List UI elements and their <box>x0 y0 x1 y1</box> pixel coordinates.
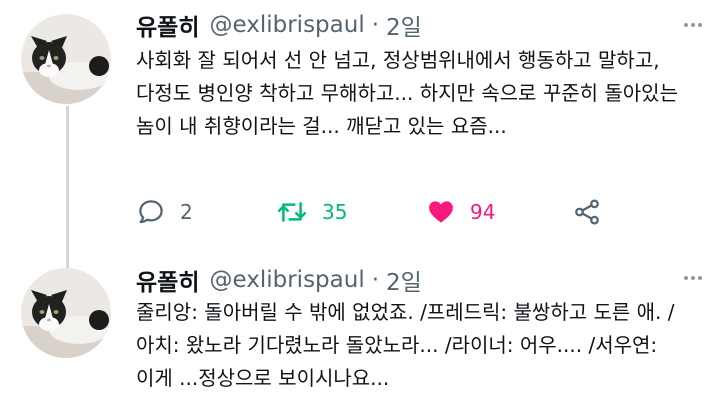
tweet-text: 사회화 잘 되어서 선 안 넘고, 정상범위내에서 행동하고 말하고, 다정도 … <box>136 48 678 138</box>
separator-dot: · <box>371 12 380 38</box>
share-button[interactable] <box>572 193 602 231</box>
author-handle[interactable]: @exlibrispaul <box>209 12 364 38</box>
like-button[interactable]: 94 <box>426 193 495 231</box>
more-icon[interactable] <box>680 267 706 289</box>
retweet-icon <box>277 202 307 222</box>
reply-count: 2 <box>180 200 193 224</box>
tweet-time[interactable]: 2일 <box>386 263 422 297</box>
cat-avatar-image <box>21 268 111 358</box>
cat-avatar-image <box>21 14 111 104</box>
reply-icon <box>139 200 163 224</box>
share-icon <box>575 199 599 225</box>
retweet-count: 35 <box>322 200 348 224</box>
separator-dot: · <box>371 267 380 293</box>
more-icon[interactable] <box>680 14 706 36</box>
author-name[interactable]: 유폴히 <box>136 263 199 297</box>
reply-button[interactable]: 2 <box>136 193 193 231</box>
tweet-text: 줄리앙: 돌아버릴 수 밖에 없었죠. /프레드릭: 불쌍하고 도른 애. /아… <box>136 300 675 390</box>
tweet-actions: 2 35 94 <box>136 193 616 231</box>
tweet-header: 유폴히 @exlibrispaul · 2일 <box>136 263 422 297</box>
author-handle[interactable]: @exlibrispaul <box>209 267 364 293</box>
tweet-2[interactable]: 유폴히 @exlibrispaul · 2일 줄리앙: 돌아버릴 수 밖에 없었… <box>0 262 720 405</box>
tweet-time[interactable]: 2일 <box>386 8 422 42</box>
tweet-header: 유폴히 @exlibrispaul · 2일 <box>136 8 422 42</box>
like-icon <box>429 201 453 223</box>
tweet-1[interactable]: 유폴히 @exlibrispaul · 2일 사회화 잘 되어서 선 안 넘고,… <box>0 0 720 262</box>
avatar[interactable] <box>21 268 111 358</box>
like-count: 94 <box>470 200 496 224</box>
avatar[interactable] <box>21 14 111 104</box>
retweet-button[interactable]: 35 <box>276 193 347 231</box>
author-name[interactable]: 유폴히 <box>136 8 199 42</box>
